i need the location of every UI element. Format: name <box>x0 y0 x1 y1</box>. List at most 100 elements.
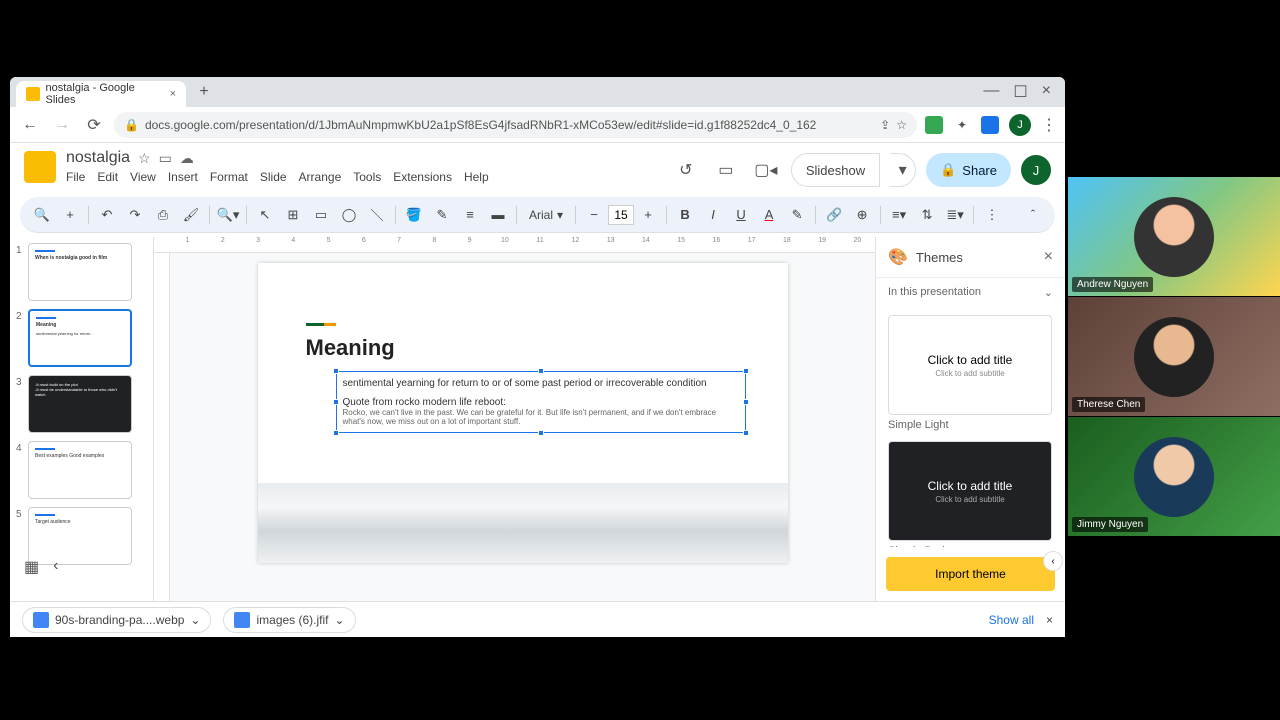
menu-insert[interactable]: Insert <box>168 170 198 184</box>
slide-thumbnail-1[interactable]: When is nostalgia good in film <box>28 243 132 301</box>
font-size-input[interactable] <box>608 205 634 225</box>
participant-tile[interactable]: Therese Chen <box>1068 296 1280 416</box>
grid-view-icon[interactable]: ▦ <box>24 557 39 577</box>
document-title[interactable]: nostalgia <box>66 149 130 167</box>
share-url-icon[interactable]: ⇪ <box>880 118 890 132</box>
close-panel-icon[interactable]: × <box>1044 248 1053 266</box>
slideshow-button[interactable]: Slideshow <box>791 153 880 187</box>
zoom-button[interactable]: 🔍▾ <box>216 203 240 227</box>
menu-format[interactable]: Format <box>210 170 248 184</box>
slide-title[interactable]: Meaning <box>306 335 395 361</box>
chevron-down-icon[interactable]: ⌄ <box>335 613 345 627</box>
link-button[interactable]: 🔗 <box>822 203 846 227</box>
download-item[interactable]: 90s-branding-pa....webp ⌄ <box>22 607 211 633</box>
resize-handle[interactable] <box>333 368 339 374</box>
text-color-button[interactable]: A <box>757 203 781 227</box>
extension-icon[interactable] <box>925 116 943 134</box>
meet-icon[interactable]: ▢◂ <box>751 155 781 185</box>
comment-button[interactable]: ⊕ <box>850 203 874 227</box>
paint-format-button[interactable]: 🖌 <box>179 203 203 227</box>
close-downloads-icon[interactable]: × <box>1046 613 1053 627</box>
maximize-icon[interactable]: ☐ <box>1013 82 1027 102</box>
menu-arrange[interactable]: Arrange <box>299 170 342 184</box>
font-size-decrease[interactable]: − <box>582 203 606 227</box>
image-tool[interactable]: ▭ <box>309 203 333 227</box>
fill-color-button[interactable]: 🪣 <box>402 203 426 227</box>
show-all-downloads[interactable]: Show all <box>989 613 1034 627</box>
user-avatar[interactable]: J <box>1021 155 1051 185</box>
extension-icon[interactable] <box>981 116 999 134</box>
history-icon[interactable]: ↺ <box>671 155 701 185</box>
slide-stage[interactable]: Meaning sentimental yearning for return … <box>170 253 875 601</box>
slide-thumbnail-3[interactable]: -It must build on the plot-It must be un… <box>28 375 132 433</box>
resize-handle[interactable] <box>743 430 749 436</box>
print-button[interactable]: ⎙ <box>151 203 175 227</box>
share-button[interactable]: 🔒 Share <box>926 153 1011 187</box>
menu-tools[interactable]: Tools <box>353 170 381 184</box>
resize-handle[interactable] <box>743 368 749 374</box>
collapse-panel-icon[interactable]: ‹ <box>1043 551 1063 571</box>
chevron-left-icon[interactable]: ‹ <box>53 557 58 577</box>
profile-avatar[interactable]: J <box>1009 114 1031 136</box>
text-box-selected[interactable]: sentimental yearning for return to or of… <box>336 371 746 433</box>
resize-handle[interactable] <box>538 430 544 436</box>
theme-simple-dark[interactable]: Click to add title Click to add subtitle <box>888 441 1052 541</box>
border-dash-button[interactable]: ▬ <box>486 203 510 227</box>
align-button[interactable]: ≡▾ <box>887 203 911 227</box>
collapse-toolbar-button[interactable]: ˆ <box>1021 203 1045 227</box>
close-tab-icon[interactable]: × <box>170 88 176 100</box>
menu-view[interactable]: View <box>130 170 156 184</box>
undo-button[interactable]: ↶ <box>95 203 119 227</box>
slide-thumbnail-2[interactable]: Meaningsentimental yearning for return..… <box>28 309 132 367</box>
star-icon[interactable]: ☆ <box>138 150 151 167</box>
textbox-tool[interactable]: ⊞ <box>281 203 305 227</box>
themes-section-toggle[interactable]: In this presentation⌄ <box>876 278 1065 307</box>
menu-slide[interactable]: Slide <box>260 170 287 184</box>
resize-handle[interactable] <box>333 430 339 436</box>
menu-edit[interactable]: Edit <box>97 170 118 184</box>
browser-tab[interactable]: nostalgia - Google Slides × <box>16 81 186 107</box>
list-button[interactable]: ≣▾ <box>943 203 967 227</box>
menu-extensions[interactable]: Extensions <box>393 170 452 184</box>
star-icon[interactable]: ☆ <box>896 118 907 132</box>
chevron-down-icon[interactable]: ⌄ <box>190 613 200 627</box>
highlight-button[interactable]: ✎ <box>785 203 809 227</box>
theme-simple-light[interactable]: Click to add title Click to add subtitle <box>888 315 1052 415</box>
menu-file[interactable]: File <box>66 170 85 184</box>
select-tool[interactable]: ↖ <box>253 203 277 227</box>
forward-button[interactable]: → <box>50 113 74 137</box>
slideshow-dropdown[interactable]: ▾ <box>890 153 916 187</box>
more-button[interactable]: ⋮ <box>980 203 1004 227</box>
resize-handle[interactable] <box>538 368 544 374</box>
font-picker[interactable]: Arial ▾ <box>523 208 569 222</box>
font-size-increase[interactable]: + <box>636 203 660 227</box>
comments-icon[interactable]: ▭ <box>711 155 741 185</box>
shape-tool[interactable]: ◯ <box>337 203 361 227</box>
line-tool[interactable]: ＼ <box>365 203 389 227</box>
slides-logo-icon[interactable] <box>24 151 56 183</box>
underline-button[interactable]: U <box>729 203 753 227</box>
import-theme-button[interactable]: Import theme <box>886 557 1055 591</box>
new-slide-button[interactable]: + <box>58 203 82 227</box>
border-color-button[interactable]: ✎ <box>430 203 454 227</box>
bold-button[interactable]: B <box>673 203 697 227</box>
participant-tile[interactable]: Jimmy Nguyen <box>1068 416 1280 536</box>
slide-image[interactable] <box>258 483 788 563</box>
resize-handle[interactable] <box>333 399 339 405</box>
download-item[interactable]: images (6).jfif ⌄ <box>223 607 355 633</box>
close-window-icon[interactable]: × <box>1042 82 1051 102</box>
border-weight-button[interactable]: ≡ <box>458 203 482 227</box>
move-icon[interactable]: ▭ <box>159 150 172 167</box>
url-field[interactable]: 🔒 docs.google.com/presentation/d/1JbmAuN… <box>114 112 917 138</box>
slide-thumbnail-4[interactable]: Best examples Good examples <box>28 441 132 499</box>
participant-tile[interactable]: Andrew Nguyen <box>1068 176 1280 296</box>
chrome-menu-icon[interactable]: ⋮ <box>1041 115 1057 135</box>
reload-button[interactable]: ⟳ <box>82 113 106 137</box>
minimize-icon[interactable]: — <box>983 82 999 102</box>
search-icon[interactable]: 🔍 <box>30 203 54 227</box>
line-spacing-button[interactable]: ⇅ <box>915 203 939 227</box>
back-button[interactable]: ← <box>18 113 42 137</box>
new-tab-button[interactable]: + <box>192 80 216 104</box>
puzzle-icon[interactable]: ✦ <box>953 116 971 134</box>
redo-button[interactable]: ↷ <box>123 203 147 227</box>
